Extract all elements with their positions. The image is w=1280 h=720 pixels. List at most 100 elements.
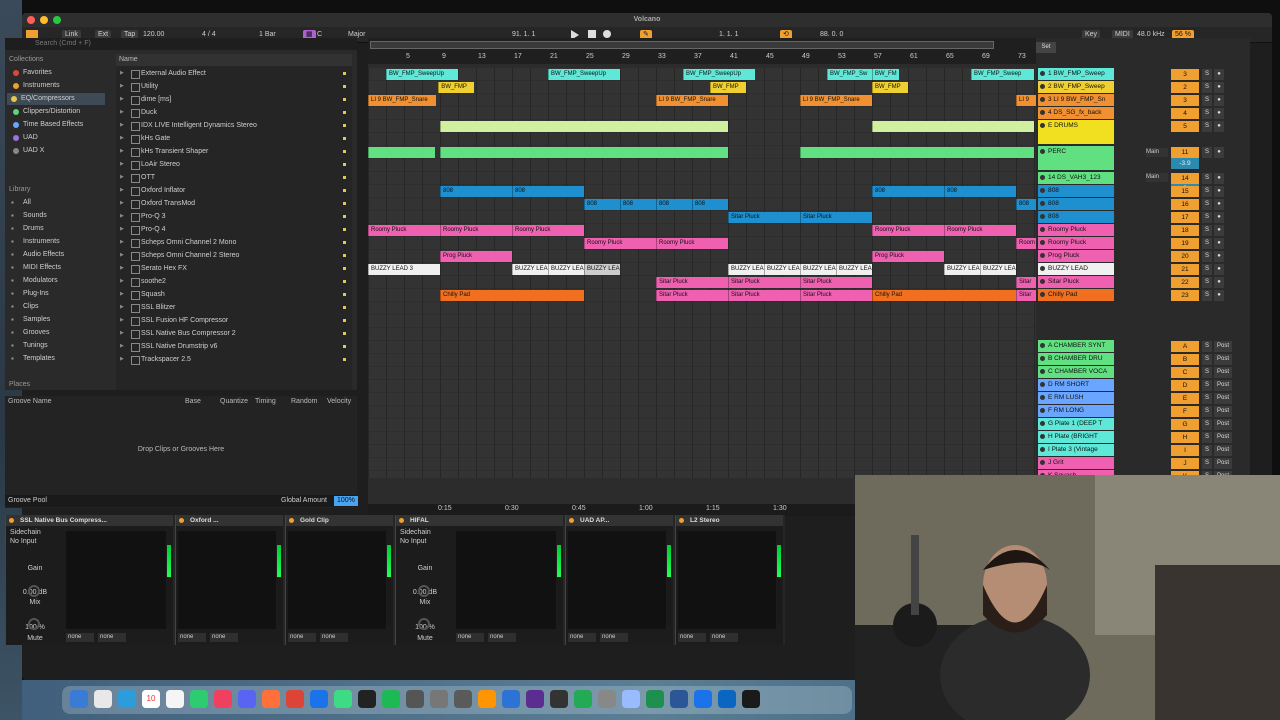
return-track-header[interactable]: I Plate 3 (Vintage <box>1038 444 1114 456</box>
clip[interactable]: 808 <box>620 199 656 210</box>
clip[interactable]: Sitar Pluck <box>656 290 728 301</box>
solo-button[interactable]: S <box>1202 147 1212 158</box>
dock-app-icon[interactable] <box>190 690 208 708</box>
input-select[interactable]: none <box>456 633 484 642</box>
browser-item[interactable]: Pro-Q 3 <box>116 210 352 223</box>
track-number[interactable]: 23 <box>1171 290 1199 301</box>
device-title[interactable]: HIFAL <box>396 515 563 526</box>
solo-button[interactable]: S <box>1202 173 1212 184</box>
solo-button[interactable]: S <box>1202 458 1212 469</box>
track-number[interactable]: 22 <box>1171 277 1199 288</box>
output-select[interactable]: none <box>320 633 348 642</box>
solo-button[interactable]: S <box>1202 199 1212 210</box>
plugin-display[interactable] <box>568 531 666 629</box>
clip[interactable]: BW_FMP <box>438 82 475 93</box>
dock-app-icon[interactable] <box>646 690 664 708</box>
track-header[interactable]: 2 BW_FMP_Sweep <box>1038 81 1114 93</box>
dock-app-icon[interactable] <box>286 690 304 708</box>
browser-item[interactable]: dime [ms] <box>116 93 352 106</box>
library-item[interactable]: ▪ Clips <box>9 301 39 313</box>
clip[interactable]: 808 <box>512 186 584 197</box>
global-amount-field[interactable]: 100% <box>334 496 358 506</box>
arm-button-icon[interactable]: ● <box>1214 108 1224 119</box>
library-item[interactable]: ▪ Audio Effects <box>9 249 64 261</box>
gain-knob[interactable] <box>28 585 40 597</box>
clip[interactable]: BUZZY LEA <box>548 264 584 275</box>
browser-item[interactable]: Serato Hex FX <box>116 262 352 275</box>
stop-button[interactable] <box>588 30 596 38</box>
clip[interactable]: Roomy Pluck <box>584 238 656 249</box>
clip[interactable]: BW_FMP <box>872 82 908 93</box>
clip[interactable] <box>440 121 728 132</box>
clip[interactable] <box>800 147 1034 158</box>
browser-item[interactable]: Scheps Omni Channel 2 Stereo <box>116 249 352 262</box>
solo-button[interactable]: S <box>1202 82 1212 93</box>
solo-button[interactable]: S <box>1202 121 1212 132</box>
plugin-display[interactable] <box>66 531 166 629</box>
dock-app-icon[interactable] <box>262 690 280 708</box>
dock-app-icon[interactable] <box>502 690 520 708</box>
device-title[interactable]: Gold Clip <box>286 515 393 526</box>
return-track-header[interactable]: D RM SHORT <box>1038 379 1114 391</box>
library-item[interactable]: ▪ Plug-Ins <box>9 288 49 300</box>
collection-item[interactable]: EQ/Compressors <box>7 93 105 105</box>
solo-button[interactable]: S <box>1202 108 1212 119</box>
clip[interactable]: Chilly Pad <box>872 290 1016 301</box>
arm-button-icon[interactable]: ● <box>1214 121 1224 132</box>
dock-app-icon[interactable] <box>118 690 136 708</box>
browser-item[interactable]: kHs Gate <box>116 132 352 145</box>
clip[interactable]: BUZZY LEAD 3 <box>368 264 440 275</box>
browser-item[interactable]: Scheps Omni Channel 2 Mono <box>116 236 352 249</box>
post-button[interactable]: Post <box>1214 354 1232 365</box>
arm-button-icon[interactable]: ● <box>1214 95 1224 106</box>
arm-button-icon[interactable]: ● <box>1214 186 1224 197</box>
return-track-header[interactable]: A CHAMBER SYNT <box>1038 340 1114 352</box>
output-select[interactable]: none <box>210 633 238 642</box>
clip[interactable]: BW_FMP_Sweep <box>971 69 1034 80</box>
clip[interactable]: BUZZY LEA <box>800 264 836 275</box>
mix-knob[interactable] <box>418 618 430 630</box>
track-number[interactable]: 3 <box>1171 69 1199 80</box>
arm-button-icon[interactable]: ● <box>1214 264 1224 275</box>
return-track-header[interactable]: G Plate 1 (DEEP T <box>1038 418 1114 430</box>
return-letter[interactable]: F <box>1171 406 1199 417</box>
dock-app-icon[interactable] <box>454 690 472 708</box>
input-select[interactable]: none <box>568 633 596 642</box>
device[interactable]: Gold Clip none none <box>285 515 393 645</box>
browser-item[interactable]: Duck <box>116 106 352 119</box>
clip[interactable]: LI 9 BW_FMP_Snare <box>368 95 437 106</box>
return-letter[interactable]: D <box>1171 380 1199 391</box>
track-header[interactable]: 14 DS_VAH3_123 <box>1038 172 1114 184</box>
clip[interactable]: Sitar Pluck <box>656 277 728 288</box>
solo-button[interactable]: S <box>1202 406 1212 417</box>
collection-item[interactable]: UAD X <box>9 145 44 157</box>
dock-app-icon[interactable] <box>238 690 256 708</box>
browser-item[interactable]: OTT <box>116 171 352 184</box>
solo-button[interactable]: S <box>1202 95 1212 106</box>
track-number[interactable]: 19 <box>1171 238 1199 249</box>
input-select[interactable]: none <box>288 633 316 642</box>
clip[interactable]: Roomy Pluck <box>440 225 512 236</box>
track-header[interactable]: Sitar Pluck <box>1038 276 1114 288</box>
collection-item[interactable]: Time Based Effects <box>9 119 83 131</box>
dock-app-icon[interactable] <box>598 690 616 708</box>
return-letter[interactable]: J <box>1171 458 1199 469</box>
solo-button[interactable]: S <box>1202 432 1212 443</box>
post-button[interactable]: Post <box>1214 341 1232 352</box>
collection-item[interactable]: Clippers/Distortion <box>9 106 80 118</box>
clip[interactable]: Sitar <box>1016 290 1038 301</box>
clip[interactable]: Prog Pluck <box>872 251 944 262</box>
clip[interactable]: Room <box>1016 238 1038 249</box>
input-select[interactable]: none <box>678 633 706 642</box>
track-number[interactable]: 21 <box>1171 264 1199 275</box>
clip[interactable]: 808 <box>944 186 1016 197</box>
solo-button[interactable]: S <box>1202 238 1212 249</box>
clip[interactable]: Roomy Pluck <box>656 238 728 249</box>
dock-app-icon[interactable] <box>694 690 712 708</box>
library-item[interactable]: ▪ Grooves <box>9 327 49 339</box>
plugin-display[interactable] <box>178 531 276 629</box>
track-number[interactable]: 2 <box>1171 82 1199 93</box>
post-button[interactable]: Post <box>1214 458 1232 469</box>
solo-button[interactable]: S <box>1202 264 1212 275</box>
clip[interactable] <box>368 147 435 158</box>
